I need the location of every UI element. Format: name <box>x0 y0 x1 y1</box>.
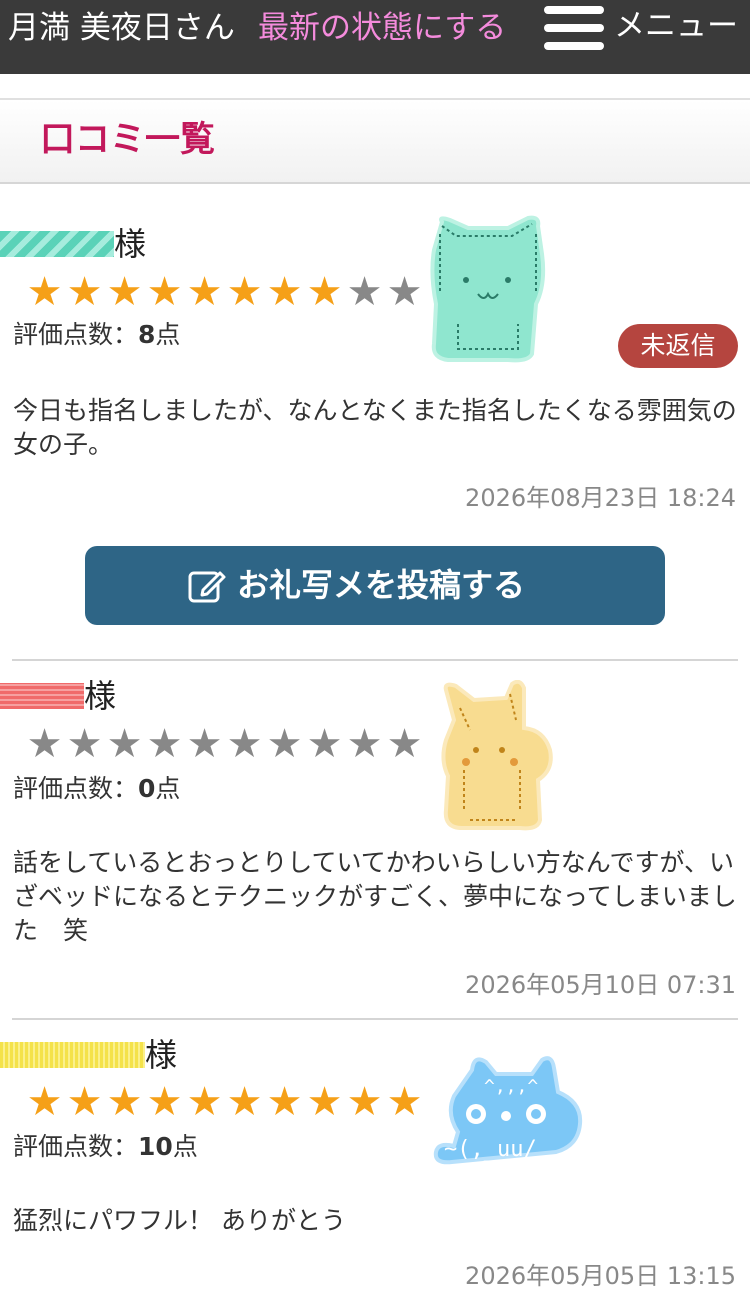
star-filled-icon: ★ <box>346 1079 383 1125</box>
refresh-link[interactable]: 最新の状態にする <box>258 8 506 48</box>
star-empty-icon: ★ <box>346 269 383 315</box>
divider <box>12 659 738 661</box>
star-empty-icon: ★ <box>26 721 63 767</box>
star-empty-icon: ★ <box>146 721 183 767</box>
review-text: 猛烈にパワフル！ ありがとう <box>13 1206 346 1235</box>
menu-label: メニュー <box>614 8 738 44</box>
star-filled-icon: ★ <box>186 1079 223 1125</box>
star-filled-icon: ★ <box>106 269 143 315</box>
star-empty-icon: ★ <box>266 721 303 767</box>
star-filled-icon: ★ <box>146 1079 183 1125</box>
star-empty-icon: ★ <box>66 721 103 767</box>
star-rating: ★ ★ ★ ★ ★ ★ ★ ★ ★ ★ <box>24 270 424 314</box>
pikachu-ascii-yellow-icon <box>441 680 553 831</box>
svg-text:~(,_uu/: ~(,_uu/ <box>444 1137 537 1162</box>
cast-name: 月満 美夜日さん <box>8 10 235 46</box>
score-text: 評価点数：0点 <box>13 774 181 803</box>
edit-icon <box>188 571 226 603</box>
menu-button[interactable]: メニュー <box>542 4 747 52</box>
reviewer-name-masked <box>0 683 84 709</box>
star-filled-icon: ★ <box>106 1079 143 1125</box>
star-empty-icon: ★ <box>186 721 223 767</box>
star-rating: ★ ★ ★ ★ ★ ★ ★ ★ ★ ★ <box>24 1080 424 1124</box>
star-empty-icon: ★ <box>386 269 423 315</box>
review-text: 今日も指名しましたが、なんとなくまた指名したくなる雰囲気の女の子。 <box>13 396 737 459</box>
star-filled-icon: ★ <box>26 1079 63 1125</box>
star-empty-icon: ★ <box>306 721 343 767</box>
star-filled-icon: ★ <box>66 1079 103 1125</box>
reviewer-suffix: 様 <box>114 225 147 263</box>
review-date: 2026年08月23日 18:24 <box>465 484 736 512</box>
star-filled-icon: ★ <box>306 1079 343 1125</box>
reviewer-suffix: 様 <box>145 1036 178 1074</box>
page-title: 口コミ一覧 <box>40 120 216 160</box>
svg-text:^,,,^: ^,,,^ <box>484 1076 538 1097</box>
star-filled-icon: ★ <box>26 269 63 315</box>
star-empty-icon: ★ <box>106 721 143 767</box>
star-filled-icon: ★ <box>306 269 343 315</box>
cat-ascii-blue-icon: ^,,,^ ~(,_uu/ <box>433 1056 583 1165</box>
star-empty-icon: ★ <box>386 721 423 767</box>
score-text: 評価点数：10点 <box>13 1132 198 1161</box>
star-empty-icon: ★ <box>346 721 383 767</box>
star-filled-icon: ★ <box>226 269 263 315</box>
cat-ascii-green-icon <box>430 215 546 363</box>
reviewer-name-masked <box>0 1042 145 1068</box>
star-filled-icon: ★ <box>66 269 103 315</box>
top-bar: 月満 美夜日さん 最新の状態にする メニュー <box>0 0 750 74</box>
star-filled-icon: ★ <box>186 269 223 315</box>
divider <box>12 1018 738 1020</box>
hamburger-icon <box>542 6 606 50</box>
post-button-label: お礼写メを投稿する <box>237 566 526 604</box>
reviewer-name-masked <box>0 231 114 257</box>
star-filled-icon: ★ <box>266 269 303 315</box>
review-text: 話をしているとおっとりしていてかわいらしい方なんですが、いざベッドになるとテクニ… <box>13 848 737 945</box>
star-filled-icon: ★ <box>226 1079 263 1125</box>
star-filled-icon: ★ <box>266 1079 303 1125</box>
star-rating: ★ ★ ★ ★ ★ ★ ★ ★ ★ ★ <box>24 722 424 766</box>
post-thanks-photo-button[interactable]: お礼写メを投稿する <box>85 546 665 625</box>
star-empty-icon: ★ <box>226 721 263 767</box>
section-header: 口コミ一覧 <box>0 98 750 184</box>
review-date: 2026年05月10日 07:31 <box>465 971 736 999</box>
review-date: 2026年05月05日 13:15 <box>465 1262 736 1290</box>
star-filled-icon: ★ <box>146 269 183 315</box>
unreplied-badge: 未返信 <box>618 324 738 368</box>
star-filled-icon: ★ <box>386 1079 423 1125</box>
reviewer-suffix: 様 <box>84 677 117 715</box>
score-text: 評価点数：8点 <box>13 320 181 349</box>
